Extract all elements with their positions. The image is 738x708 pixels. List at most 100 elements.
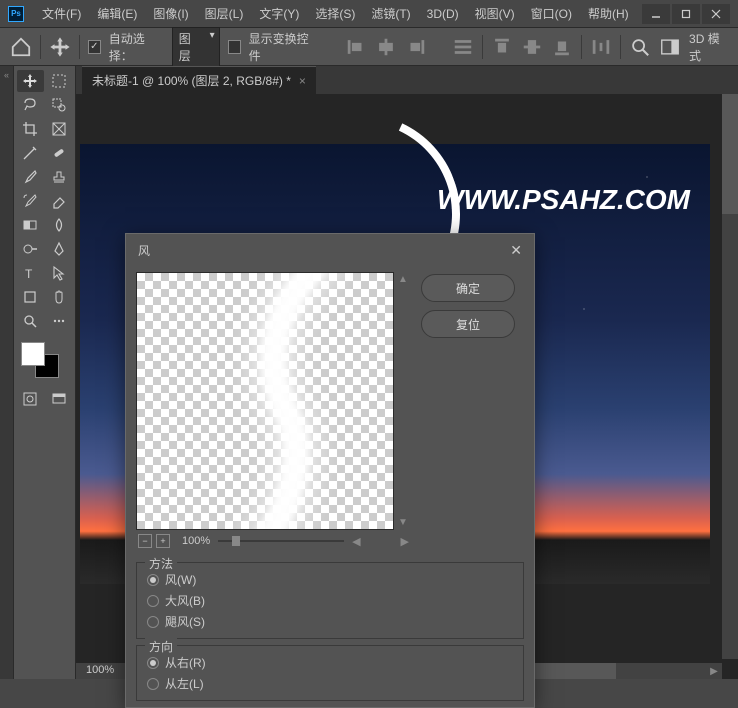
- edit-toolbar-button[interactable]: [46, 310, 73, 332]
- zoom-indicator[interactable]: 100%: [86, 664, 114, 676]
- zoom-out-icon[interactable]: −: [138, 534, 152, 548]
- hand-tool[interactable]: [46, 286, 73, 308]
- history-brush-tool[interactable]: [17, 190, 44, 212]
- auto-select-label: 自动选择：: [109, 30, 164, 64]
- svg-text:T: T: [25, 267, 33, 281]
- lasso-tool[interactable]: [17, 94, 44, 116]
- home-icon[interactable]: [10, 35, 32, 59]
- brush-tool[interactable]: [17, 166, 44, 188]
- path-select-tool[interactable]: [46, 262, 73, 284]
- eyedropper-tool[interactable]: [17, 142, 44, 164]
- method-blast-label: 大风(B): [165, 592, 205, 609]
- tab-close-icon[interactable]: ×: [299, 74, 306, 88]
- gradient-tool[interactable]: [17, 214, 44, 236]
- preview-right-arrow-icon[interactable]: ▶: [401, 535, 409, 548]
- title-bar: Ps 文件(F) 编辑(E) 图像(I) 图层(L) 文字(Y) 选择(S) 滤…: [0, 0, 738, 28]
- blur-tool[interactable]: [46, 214, 73, 236]
- quick-mask-tool[interactable]: [17, 388, 44, 410]
- method-blast-radio[interactable]: 大风(B): [147, 590, 513, 611]
- menu-filter[interactable]: 滤镜(T): [363, 5, 418, 22]
- preview-up-arrow-icon[interactable]: ▲: [398, 274, 408, 285]
- menu-layer[interactable]: 图层(L): [197, 5, 252, 22]
- window-minimize-button[interactable]: [642, 4, 670, 24]
- show-transform-checkbox[interactable]: [228, 40, 241, 54]
- collapse-chevron-icon: «: [4, 70, 9, 80]
- method-group: 方法 风(W) 大风(B) 飓风(S): [136, 562, 524, 639]
- menu-window[interactable]: 窗口(O): [523, 5, 580, 22]
- preview-vertical-slider[interactable]: ▲ ▼: [396, 272, 410, 530]
- reset-button[interactable]: 复位: [421, 310, 515, 338]
- method-wind-label: 风(W): [165, 571, 196, 588]
- crop-tool[interactable]: [17, 118, 44, 140]
- menu-image[interactable]: 图像(I): [145, 5, 196, 22]
- preview-horizontal-slider[interactable]: [218, 534, 344, 548]
- pen-tool[interactable]: [46, 238, 73, 260]
- align-vcenter-icon[interactable]: [521, 35, 543, 59]
- healing-tool[interactable]: [46, 142, 73, 164]
- direction-group-title: 方向: [145, 638, 177, 655]
- move-tool[interactable]: [17, 70, 44, 92]
- auto-select-checkbox[interactable]: [88, 40, 101, 54]
- eraser-tool[interactable]: [46, 190, 73, 212]
- method-stagger-radio[interactable]: 飓风(S): [147, 611, 513, 632]
- direction-right-radio[interactable]: 从右(R): [147, 652, 513, 673]
- toolbox: T: [14, 66, 76, 679]
- app-logo: Ps: [8, 6, 24, 22]
- stamp-tool[interactable]: [46, 166, 73, 188]
- document-tab-title: 未标题-1 @ 100% (图层 2, RGB/8#) *: [92, 72, 291, 89]
- menu-help[interactable]: 帮助(H): [580, 5, 637, 22]
- dialog-titlebar[interactable]: 风 ✕: [126, 234, 534, 266]
- workspace-icon[interactable]: [659, 35, 681, 59]
- method-wind-radio[interactable]: 风(W): [147, 569, 513, 590]
- frame-tool[interactable]: [46, 118, 73, 140]
- document-tabs: 未标题-1 @ 100% (图层 2, RGB/8#) * ×: [76, 66, 738, 94]
- watermark-text: WWW.PSAHZ.COM: [437, 184, 690, 216]
- shape-tool[interactable]: [17, 286, 44, 308]
- direction-right-label: 从右(R): [165, 654, 206, 671]
- menu-3d[interactable]: 3D(D): [419, 7, 467, 21]
- align-top-icon[interactable]: [491, 35, 513, 59]
- move-tool-icon[interactable]: [49, 35, 71, 59]
- foreground-color-swatch[interactable]: [21, 342, 45, 366]
- menu-view[interactable]: 视图(V): [467, 5, 523, 22]
- direction-group: 方向 从右(R) 从左(L): [136, 645, 524, 701]
- dialog-title: 风: [138, 242, 150, 259]
- preview-left-arrow-icon[interactable]: ◀: [352, 535, 360, 548]
- window-close-button[interactable]: [702, 4, 730, 24]
- dodge-tool[interactable]: [17, 238, 44, 260]
- preview-zoom-value: 100%: [182, 535, 210, 547]
- scroll-right-arrow-icon[interactable]: ▶: [706, 663, 722, 679]
- more-options-icon[interactable]: [452, 35, 474, 59]
- marquee-tool[interactable]: [46, 70, 73, 92]
- align-left-icon[interactable]: [345, 35, 367, 59]
- color-swatches[interactable]: [17, 340, 72, 380]
- menu-type[interactable]: 文字(Y): [251, 5, 307, 22]
- options-bar: 自动选择： 图层 显示变换控件 3D 模式: [0, 28, 738, 66]
- vertical-scrollbar-thumb[interactable]: [722, 94, 738, 214]
- type-tool[interactable]: T: [17, 262, 44, 284]
- wind-dialog: 风 ✕ ▲ ▼ − + 100%: [125, 233, 535, 708]
- panel-collapse-strip[interactable]: «: [0, 66, 14, 679]
- ok-button[interactable]: 确定: [421, 274, 515, 302]
- search-icon[interactable]: [629, 35, 651, 59]
- quick-select-tool[interactable]: [46, 94, 73, 116]
- dialog-close-button[interactable]: ✕: [510, 242, 522, 259]
- screen-mode-tool[interactable]: [46, 388, 73, 410]
- align-hcenter-icon[interactable]: [375, 35, 397, 59]
- zoom-in-icon[interactable]: +: [156, 534, 170, 548]
- window-maximize-button[interactable]: [672, 4, 700, 24]
- align-bottom-icon[interactable]: [551, 35, 573, 59]
- zoom-tool[interactable]: [17, 310, 44, 332]
- vertical-scrollbar[interactable]: [722, 94, 738, 659]
- method-stagger-label: 飓风(S): [165, 613, 205, 630]
- menu-file[interactable]: 文件(F): [34, 5, 89, 22]
- distribute-icon[interactable]: [590, 35, 612, 59]
- menu-edit[interactable]: 编辑(E): [89, 5, 145, 22]
- dialog-preview[interactable]: [136, 272, 394, 530]
- align-right-icon[interactable]: [405, 35, 427, 59]
- preview-down-arrow-icon[interactable]: ▼: [398, 517, 408, 528]
- menu-select[interactable]: 选择(S): [307, 5, 363, 22]
- auto-select-mode-dropdown[interactable]: 图层: [172, 27, 220, 67]
- document-tab[interactable]: 未标题-1 @ 100% (图层 2, RGB/8#) * ×: [82, 66, 316, 94]
- direction-left-radio[interactable]: 从左(L): [147, 673, 513, 694]
